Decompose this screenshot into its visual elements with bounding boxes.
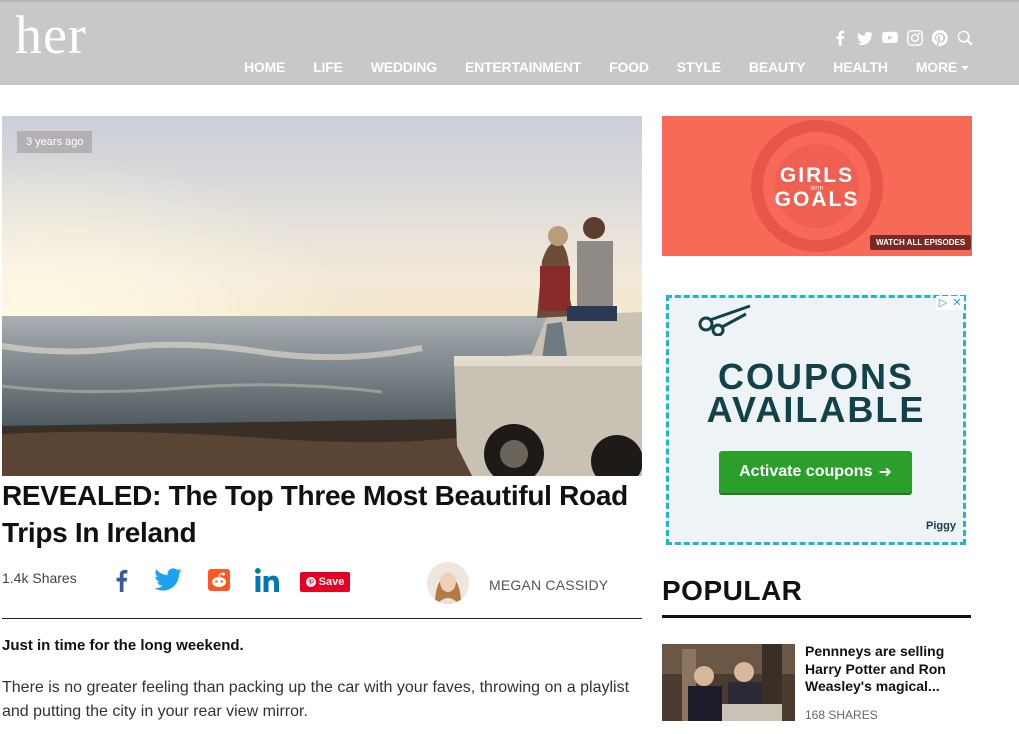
twitter-icon[interactable]: [857, 30, 873, 46]
instagram-icon[interactable]: [907, 30, 923, 46]
facebook-icon[interactable]: [832, 30, 848, 46]
pinterest-icon[interactable]: [932, 30, 948, 46]
share-divider: [2, 618, 642, 619]
article-age-badge: 3 years ago: [17, 131, 93, 153]
popular-item-title[interactable]: Pennneys are selling Harry Potter and Ro…: [805, 643, 970, 696]
pinterest-icon: [305, 577, 316, 587]
watch-all-episodes-button[interactable]: WATCH ALL EPISODES: [870, 235, 972, 250]
arrow-right-icon: ➜: [878, 464, 892, 481]
nav-more-label: MORE: [915, 59, 958, 75]
reddit-share-icon[interactable]: [208, 568, 230, 597]
ad-close-icon[interactable]: ✕: [950, 296, 964, 310]
nav-item-entertainment[interactable]: ENTERTAINMENT: [465, 59, 581, 75]
nav-item-style[interactable]: STYLE: [677, 59, 721, 75]
goals-ad-line2: GOALS: [774, 188, 860, 211]
share-row: 1.4k Shares Save MEGAN CASSIDY: [2, 562, 642, 604]
author-avatar[interactable]: [427, 562, 469, 604]
nav-item-beauty[interactable]: BEAUTY: [749, 59, 806, 75]
chevron-down-icon: [961, 66, 970, 71]
popular-underline: [662, 615, 971, 618]
article-lead: Just in time for the long weekend.: [2, 637, 244, 654]
goals-ad-line1: GIRLS: [779, 164, 855, 187]
site-header: her HOME LIFE WEDDING ENTERTAINMENT FOOD…: [0, 0, 1019, 85]
popular-item-shares: 168 SHARES: [805, 708, 878, 722]
linkedin-share-icon[interactable]: [254, 568, 279, 597]
site-logo[interactable]: her: [15, 4, 87, 66]
ad-info-icon[interactable]: ▷: [936, 296, 950, 310]
ad-choices[interactable]: ▷ ✕: [936, 296, 964, 310]
activate-label: Activate coupons: [739, 463, 873, 480]
popular-heading: POPULAR: [662, 575, 803, 606]
nav-item-more[interactable]: MORE: [915, 59, 970, 75]
article-title: REVEALED: The Top Three Most Beautiful R…: [2, 480, 628, 548]
nav-item-life[interactable]: LIFE: [313, 59, 343, 75]
article-body: There is no greater feeling than packing…: [2, 679, 630, 720]
nav-item-food[interactable]: FOOD: [609, 59, 649, 75]
activate-coupons-button[interactable]: Activate coupons ➜: [719, 451, 912, 493]
scissors-icon: [696, 300, 752, 341]
author-name[interactable]: MEGAN CASSIDY: [489, 577, 608, 593]
piggy-brand: Piggy: [926, 520, 956, 532]
nav-item-health[interactable]: HEALTH: [833, 59, 888, 75]
twitter-share-icon[interactable]: [154, 568, 182, 597]
pinterest-save-button[interactable]: Save: [300, 572, 350, 592]
save-label: Save: [318, 576, 345, 588]
nav-item-home[interactable]: HOME: [244, 59, 285, 75]
coupons-title-line2: AVAILABLE: [706, 389, 926, 430]
search-icon[interactable]: [957, 30, 973, 46]
popular-item-thumbnail[interactable]: [662, 644, 795, 721]
facebook-share-icon[interactable]: [112, 568, 130, 597]
hero-image[interactable]: [2, 116, 642, 476]
social-links: [832, 30, 973, 46]
share-count: 1.4k Shares: [2, 570, 77, 586]
main-nav: HOME LIFE WEDDING ENTERTAINMENT FOOD STY…: [244, 59, 970, 75]
youtube-icon[interactable]: [882, 30, 898, 46]
nav-item-wedding[interactable]: WEDDING: [371, 59, 437, 75]
